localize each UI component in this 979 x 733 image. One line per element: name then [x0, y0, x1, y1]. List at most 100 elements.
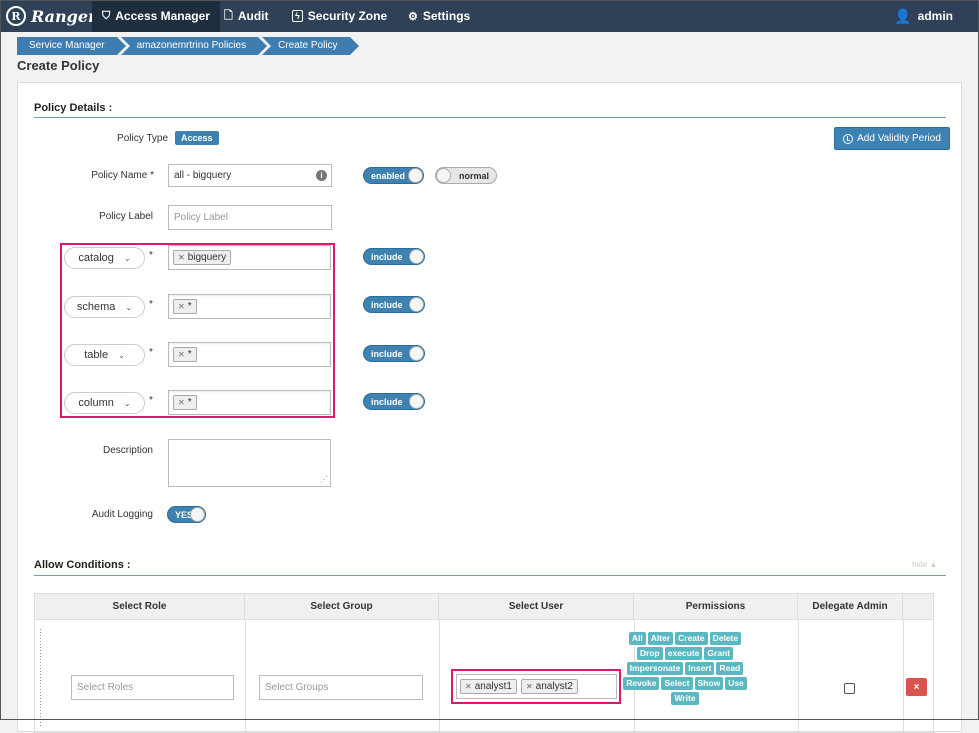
gear-icon: ⚙ — [408, 10, 418, 23]
close-icon: × — [913, 681, 920, 693]
include-label: include — [371, 299, 403, 310]
audit-logging-toggle[interactable]: YES — [167, 506, 206, 523]
permission-tag: Read — [716, 662, 744, 675]
policy-details-divider — [34, 117, 946, 118]
breadcrumb-create-policy[interactable]: Create Policy — [262, 37, 360, 55]
chevron-down-icon: ⌄ — [118, 350, 125, 360]
select-users-input[interactable]: ✕ analyst1 ✕ analyst2 — [456, 674, 617, 699]
chevron-down-icon: ⌄ — [123, 398, 131, 408]
policy-name-input[interactable]: all - bigquery i — [168, 164, 332, 187]
remove-icon[interactable]: ✕ — [178, 350, 185, 359]
description-textarea[interactable]: ⋰ — [168, 439, 331, 487]
user-chip-text: analyst2 — [535, 681, 573, 692]
resource-type-select-column[interactable]: column ⌄ — [64, 392, 145, 414]
policy-label-input[interactable]: Policy Label — [168, 205, 332, 230]
toggle-knob — [409, 394, 424, 409]
select-roles-input[interactable]: Select Roles — [71, 675, 234, 700]
resource-type-value: schema — [76, 301, 116, 313]
toggle-knob — [409, 297, 424, 312]
permission-tag: Insert — [685, 662, 715, 675]
add-validity-period-label: Add Validity Period — [857, 133, 941, 144]
bolt-icon: ϟ — [292, 10, 303, 22]
nav-audit-label: Audit — [237, 9, 269, 23]
resize-grip-icon[interactable]: ⋰ — [320, 476, 328, 484]
column-divider — [245, 620, 246, 732]
resource-values-column[interactable]: ✕ * — [168, 390, 331, 415]
policy-type-badge: Access — [175, 131, 219, 145]
toggle-knob — [409, 249, 424, 264]
chevron-down-icon: ⌄ — [123, 253, 131, 263]
include-toggle-table[interactable]: include — [363, 345, 425, 362]
remove-icon[interactable]: ✕ — [178, 302, 185, 311]
brand-name: Ranger — [31, 6, 97, 26]
resource-values-schema[interactable]: ✕ * — [168, 294, 331, 319]
remove-icon[interactable]: ✕ — [178, 253, 185, 262]
permission-tag: Use — [725, 677, 747, 690]
toggle-knob — [409, 346, 424, 361]
resource-type-select-catalog[interactable]: catalog ⌄ — [64, 247, 145, 269]
resource-type-value: table — [84, 349, 109, 361]
toggle-knob — [408, 168, 423, 183]
hide-allow-conditions-link[interactable]: hide ▲ — [912, 560, 937, 569]
permission-tag: Impersonate — [626, 662, 684, 675]
toggle-knob — [190, 507, 205, 522]
policy-details-title: Policy Details : — [34, 102, 113, 114]
audit-logging-label: Audit Logging — [91, 509, 153, 520]
remove-icon[interactable]: ✕ — [526, 682, 533, 691]
resource-value-chip[interactable]: ✕ * — [173, 299, 197, 314]
user-chip-analyst2[interactable]: ✕ analyst2 — [520, 679, 578, 694]
resource-value-chip[interactable]: ✕ * — [173, 347, 197, 362]
policy-priority-toggle[interactable]: normal — [435, 167, 497, 184]
delegate-admin-checkbox[interactable] — [844, 683, 855, 694]
column-header-delegate-admin: Delegate Admin — [798, 594, 903, 620]
top-navbar: R Ranger ⛉ Access Manager 🗋 Audit ϟ Secu… — [0, 0, 979, 32]
row-drag-handle[interactable] — [39, 628, 43, 728]
allow-conditions-divider — [34, 575, 946, 576]
include-toggle-schema[interactable]: include — [363, 296, 425, 313]
include-toggle-column[interactable]: include — [363, 393, 425, 410]
column-header-permissions: Permissions — [634, 594, 798, 620]
column-divider — [798, 620, 799, 732]
select-groups-input[interactable]: Select Groups — [259, 675, 423, 700]
permission-tag: Show — [694, 677, 724, 690]
permission-tag: Alter — [647, 632, 674, 645]
resource-value-chip[interactable]: ✕ bigquery — [173, 250, 232, 265]
resource-value-text: bigquery — [187, 252, 227, 263]
resource-type-select-schema[interactable]: schema ⌄ — [64, 296, 145, 318]
include-toggle-catalog[interactable]: include — [363, 248, 425, 265]
nav-access-manager[interactable]: ⛉ Access Manager — [92, 0, 220, 32]
include-label: include — [371, 348, 403, 359]
nav-audit[interactable]: 🗋 Audit — [214, 0, 279, 32]
resource-value-text: * — [187, 301, 192, 312]
user-chip-analyst1[interactable]: ✕ analyst1 — [460, 679, 517, 694]
resource-values-catalog[interactable]: ✕ bigquery — [168, 245, 331, 270]
nav-security-zone[interactable]: ϟ Security Zone — [282, 0, 397, 32]
permissions-list[interactable]: All Alter Create Delete Drop execute Gra… — [615, 632, 755, 705]
column-divider — [439, 620, 440, 732]
clock-icon — [843, 133, 854, 144]
brand[interactable]: R Ranger — [6, 4, 96, 28]
add-validity-period-button[interactable]: Add Validity Period — [834, 127, 950, 150]
resource-values-table[interactable]: ✕ * — [168, 342, 331, 367]
breadcrumb-service-manager[interactable]: Service Manager — [17, 37, 126, 55]
info-icon[interactable]: i — [316, 170, 327, 181]
chevron-down-icon: ⌄ — [125, 302, 133, 312]
user-menu[interactable]: 👤 admin — [894, 0, 953, 32]
resource-value-chip[interactable]: ✕ * — [173, 395, 197, 410]
permission-tag: Revoke — [623, 677, 660, 690]
required-mark: * — [149, 250, 153, 261]
permission-tag: Drop — [636, 647, 663, 660]
delete-row-button[interactable]: × — [906, 678, 927, 696]
column-header-group: Select Group — [245, 594, 439, 620]
remove-icon[interactable]: ✕ — [178, 398, 185, 407]
policy-enabled-label: enabled — [371, 170, 406, 181]
policy-form-panel: Policy Details : Policy Type Access Add … — [17, 82, 962, 733]
file-icon: 🗋 — [224, 9, 233, 22]
toggle-knob — [436, 168, 451, 183]
policy-enabled-toggle[interactable]: enabled — [363, 167, 424, 184]
breadcrumb-policies[interactable]: amazonemrtrino Policies — [120, 37, 267, 55]
nav-settings[interactable]: ⚙ Settings — [398, 0, 480, 32]
resource-type-select-table[interactable]: table ⌄ — [64, 344, 145, 366]
remove-icon[interactable]: ✕ — [465, 682, 472, 691]
resource-value-text: * — [187, 349, 192, 360]
